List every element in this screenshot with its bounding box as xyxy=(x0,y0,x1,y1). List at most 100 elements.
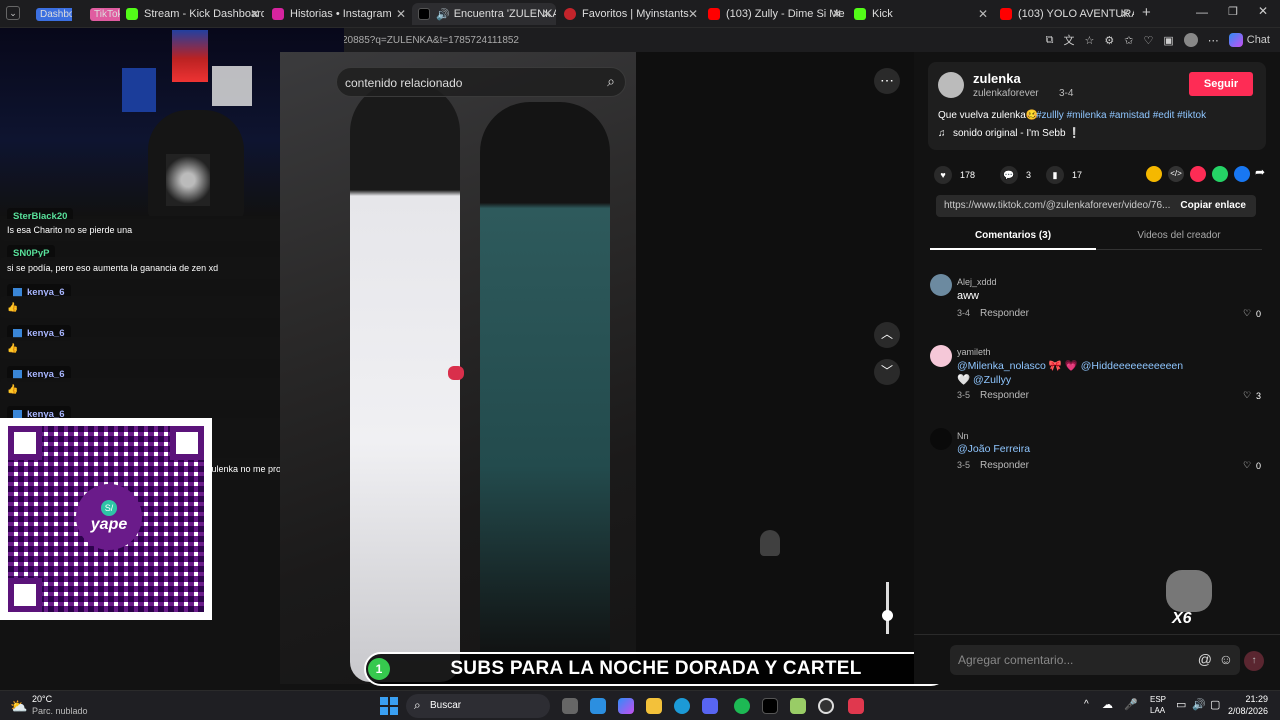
avatar[interactable] xyxy=(930,274,952,296)
microphone-icon[interactable]: 🎤 xyxy=(1124,698,1138,711)
browser-essentials-icon[interactable]: ♡ xyxy=(1143,34,1153,47)
edge-icon[interactable] xyxy=(674,698,690,714)
tab-comments[interactable]: Comentarios (3) xyxy=(930,230,1096,250)
close-icon[interactable]: ✕ xyxy=(688,7,698,21)
tab-group-tiktok[interactable]: TikTok xyxy=(84,3,120,25)
tray-chevron-icon[interactable]: ^ xyxy=(1084,699,1089,710)
onedrive-icon[interactable]: ☁ xyxy=(1102,698,1113,711)
copy-link-button[interactable]: Copiar enlace xyxy=(1180,200,1246,211)
bookmark-button[interactable]: ▮ xyxy=(1046,166,1064,184)
obs-icon[interactable] xyxy=(818,698,834,714)
facebook-icon[interactable] xyxy=(1234,166,1250,182)
favorites-icon[interactable]: ✩ xyxy=(1124,34,1133,47)
emoji-icon[interactable]: ☺ xyxy=(1219,651,1233,667)
volume-icon[interactable]: 🔊 xyxy=(1192,698,1206,711)
network-icon[interactable]: ▭ xyxy=(1176,698,1186,711)
minimize-icon[interactable]: — xyxy=(1196,5,1208,19)
share-icon[interactable]: ➦ xyxy=(1255,165,1265,179)
tiktok-video[interactable] xyxy=(280,52,636,684)
volume-slider[interactable] xyxy=(886,582,889,634)
tab-kick[interactable]: Kick ✕ xyxy=(848,3,992,25)
start-button[interactable] xyxy=(380,697,398,715)
star-icon[interactable]: ☆ xyxy=(1085,34,1095,47)
close-icon[interactable]: ✕ xyxy=(832,7,842,21)
video-link[interactable]: https://www.tiktok.com/@zulenkaforever/v… xyxy=(944,200,1174,211)
avatar[interactable] xyxy=(930,428,952,450)
clock[interactable]: 21:29 xyxy=(1232,694,1268,704)
profile-avatar[interactable] xyxy=(1183,33,1198,47)
discord-icon[interactable] xyxy=(702,698,718,714)
mention-icon[interactable]: @ xyxy=(1198,651,1212,667)
comment-username[interactable]: Alej_xddd xyxy=(957,277,997,287)
sound-name[interactable]: sonido original - I'm Sebb ❕ xyxy=(953,128,1081,139)
tiktok-app-icon[interactable] xyxy=(762,698,778,714)
embed-icon[interactable]: </> xyxy=(1168,166,1184,182)
reply-button[interactable]: Responder xyxy=(980,308,1029,319)
close-icon[interactable]: ✕ xyxy=(1120,7,1130,21)
comment-username[interactable]: Nn xyxy=(957,431,969,441)
comment-username[interactable]: yamileth xyxy=(957,347,991,357)
close-window-icon[interactable]: ✕ xyxy=(1258,4,1268,18)
related-search-bar[interactable]: contenido relacionado ⌕ xyxy=(336,67,626,97)
heart-outline-icon[interactable]: ♡ xyxy=(1243,460,1251,471)
post-username[interactable]: zulenka xyxy=(973,71,1021,86)
close-icon[interactable]: ✕ xyxy=(978,7,988,21)
search-icon[interactable]: ⌕ xyxy=(607,73,615,90)
tab-kick-dashboard[interactable]: Stream - Kick Dashboard ✕ xyxy=(120,3,264,25)
task-view-icon[interactable] xyxy=(562,698,578,714)
streamlabs-icon[interactable] xyxy=(848,698,864,714)
app-icon[interactable] xyxy=(790,698,806,714)
avatar[interactable] xyxy=(938,72,964,98)
copilot-taskbar-icon[interactable] xyxy=(618,698,634,714)
close-icon[interactable]: ✕ xyxy=(250,7,260,21)
close-icon[interactable]: ✕ xyxy=(542,7,552,21)
previous-video-button[interactable]: ︿ xyxy=(874,322,900,348)
tiktok-icon xyxy=(418,8,430,20)
hashtags[interactable]: #zullly #milenka #amistad #edit #tiktok xyxy=(1036,110,1206,121)
next-video-button[interactable]: ﹀ xyxy=(874,359,900,385)
collections-icon[interactable]: ▣ xyxy=(1163,34,1173,47)
taskbar-search[interactable]: ⌕ Buscar xyxy=(406,694,550,718)
tab-myinstants[interactable]: Favoritos | Myinstants ✕ xyxy=(558,3,702,25)
comment-input[interactable]: Agregar comentario... @ ☺ xyxy=(950,645,1240,675)
more-options-button[interactable]: ⋯ xyxy=(874,68,900,94)
yape-qr: S/ yape xyxy=(0,418,212,620)
reply-button[interactable]: Responder xyxy=(980,390,1029,401)
comment-item: Nn @João Ferreira 3-5 Responder ♡ 0 xyxy=(930,428,1270,488)
post-handle[interactable]: zulenkaforever xyxy=(973,88,1039,99)
widgets-icon[interactable] xyxy=(590,698,606,714)
new-tab-icon[interactable]: + xyxy=(1142,4,1151,21)
tab-creator-videos[interactable]: Videos del creador xyxy=(1096,230,1262,250)
address-bar[interactable]: 20885?q=ZULENKA&t=1785724111852 ⧉ 文 ☆ ⚙ … xyxy=(336,28,1280,52)
heart-outline-icon[interactable]: ♡ xyxy=(1243,390,1251,401)
copilot-chat-button[interactable]: Chat xyxy=(1228,33,1270,47)
more-menu-icon[interactable]: ⋯ xyxy=(1208,34,1219,47)
post-comment-button[interactable]: ↑ xyxy=(1244,651,1264,671)
language-indicator[interactable]: ESP xyxy=(1150,695,1166,704)
translate-icon[interactable]: 文 xyxy=(1064,32,1075,48)
avatar[interactable] xyxy=(930,345,952,367)
extensions-icon[interactable]: ⚙ xyxy=(1104,34,1114,47)
reply-button[interactable]: Responder xyxy=(980,460,1029,471)
battery-icon[interactable]: ▢ xyxy=(1210,698,1220,711)
open-in-app-icon[interactable]: ⧉ xyxy=(1046,34,1054,47)
heart-outline-icon[interactable]: ♡ xyxy=(1243,308,1251,319)
file-explorer-icon[interactable] xyxy=(646,698,662,714)
send-icon[interactable] xyxy=(1190,166,1206,182)
tab-tiktok-search[interactable]: 🔊Encuentra 'ZULENKA' en✕ xyxy=(412,3,556,25)
weather-widget[interactable]: ⛅ 20°C Parc. nublado xyxy=(10,694,110,718)
volume-knob[interactable] xyxy=(882,610,893,621)
tab-actions-icon[interactable]: ⌄ xyxy=(6,6,20,20)
tab-youtube-zully[interactable]: (103) Zully - Dime Si Me ✕ xyxy=(702,3,846,25)
close-icon[interactable]: ✕ xyxy=(396,7,406,21)
whatsapp-icon[interactable] xyxy=(1212,166,1228,182)
spotify-icon[interactable] xyxy=(734,698,750,714)
tab-instagram[interactable]: Historias • Instagram ✕ xyxy=(266,3,410,25)
like-button[interactable]: ♥ xyxy=(934,166,952,184)
restore-icon[interactable]: ❐ xyxy=(1228,5,1238,18)
tab-group-dashboard[interactable]: Dashboard xyxy=(30,3,72,25)
emoji-share-icon[interactable] xyxy=(1146,166,1162,182)
comment-button[interactable]: 💬 xyxy=(1000,166,1018,184)
tab-youtube-yolo[interactable]: (103) YOLO AVENTURAS - You✕ xyxy=(994,3,1134,25)
follow-button[interactable]: Seguir xyxy=(1189,72,1253,96)
